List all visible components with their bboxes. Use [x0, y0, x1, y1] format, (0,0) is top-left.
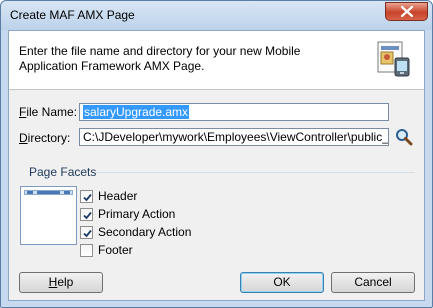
help-button[interactable]: Help: [19, 272, 103, 293]
directory-value: C:\JDeveloper\mywork\Employees\ViewContr…: [83, 130, 389, 144]
facet-header-row[interactable]: Header: [80, 188, 137, 204]
directory-label: Directory:: [19, 131, 71, 145]
cancel-button[interactable]: Cancel: [331, 272, 415, 293]
dialog-content: Enter the file name and directory for yo…: [8, 30, 425, 301]
dialog-window: Create MAF AMX Page Enter the file name …: [0, 0, 433, 308]
facet-primary-action-label: Primary Action: [98, 207, 176, 221]
search-icon[interactable]: [395, 128, 413, 146]
facet-footer-row[interactable]: Footer: [80, 242, 133, 258]
window-title: Create MAF AMX Page: [10, 8, 135, 22]
facet-primary-action-checkbox[interactable]: [80, 207, 93, 221]
title-bar[interactable]: Create MAF AMX Page: [1, 1, 432, 30]
preview-right-dot: [64, 191, 70, 194]
amx-page-icon: [377, 41, 410, 77]
preview-title-bar: [37, 191, 60, 194]
ok-button[interactable]: OK: [240, 272, 324, 293]
preview-left-dot: [27, 191, 33, 194]
header-panel: Enter the file name and directory for yo…: [9, 31, 424, 90]
facet-secondary-action-row[interactable]: Secondary Action: [80, 224, 191, 240]
facet-header-label: Header: [98, 189, 138, 203]
close-icon: [401, 6, 413, 17]
directory-input[interactable]: C:\JDeveloper\mywork\Employees\ViewContr…: [79, 128, 389, 146]
header-description: Enter the file name and directory for yo…: [19, 44, 301, 73]
file-name-input[interactable]: salaryUpgrade.amx: [79, 103, 389, 121]
close-button[interactable]: [385, 2, 428, 21]
facet-preview: [20, 186, 77, 245]
checkmark-icon: [83, 229, 92, 237]
facet-footer-label: Footer: [98, 243, 133, 257]
file-name-value: salaryUpgrade.amx: [83, 105, 190, 119]
facet-primary-action-row[interactable]: Primary Action: [80, 206, 175, 222]
facet-header-checkbox[interactable]: [80, 189, 93, 203]
facet-secondary-action-label: Secondary Action: [98, 225, 192, 239]
file-name-label: File Name:: [19, 105, 78, 119]
facet-footer-checkbox[interactable]: [80, 243, 93, 257]
checkmark-icon: [83, 211, 92, 219]
checkmark-icon: [83, 193, 92, 201]
page-facets-title: Page Facets: [29, 165, 97, 179]
page-facets-divider: [95, 172, 415, 173]
facet-secondary-action-checkbox[interactable]: [80, 225, 93, 239]
